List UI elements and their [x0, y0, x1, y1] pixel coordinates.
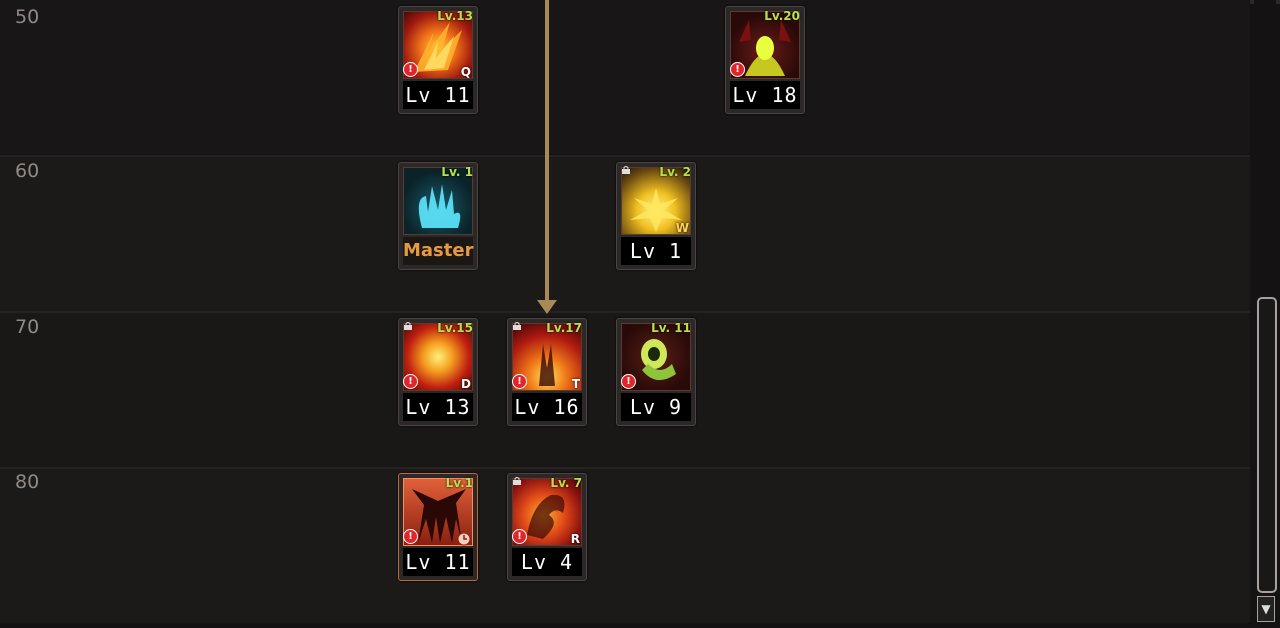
prerequisite-arrow-head — [537, 300, 557, 314]
hotkey-label: Q — [460, 65, 471, 79]
alert-icon: ! — [512, 374, 527, 389]
hotkey-label: R — [570, 532, 580, 546]
skill-slot[interactable]: Lv. 7 ! R Lv 4 — [507, 473, 587, 581]
required-level-label: Lv. 11 — [651, 321, 691, 335]
skill-slot[interactable]: Lv. 11 ! Lv 9 — [616, 318, 696, 426]
lock-icon — [404, 322, 412, 330]
skill-level-label: Master — [403, 237, 473, 265]
lock-icon — [513, 477, 521, 485]
skill-level-label: Lv 16 — [512, 393, 582, 421]
hotkey-label: T — [571, 377, 580, 391]
lock-icon — [622, 166, 630, 174]
skill-level-label: Lv 1 — [621, 237, 691, 265]
skill-level-label: Lv 13 — [403, 393, 473, 421]
alert-icon: ! — [512, 529, 527, 544]
skill-slot[interactable]: Lv. 2 W Lv 1 — [616, 162, 696, 270]
required-level-label: Lv.1 — [445, 476, 473, 490]
required-level-label: Lv.13 — [437, 9, 473, 23]
alert-icon: ! — [403, 62, 418, 77]
tier-row-50 — [0, 0, 1250, 154]
alert-icon: ! — [403, 529, 418, 544]
required-level-label: Lv. 1 — [441, 165, 473, 179]
skill-slot[interactable]: Lv.1 ! Lv 11 — [398, 473, 478, 581]
skill-level-label: Lv 18 — [730, 81, 800, 109]
cooldown-clock-icon — [457, 532, 471, 546]
skill-slot[interactable]: Lv. 1 Master — [398, 162, 478, 270]
tier-label-50: 50 — [15, 6, 40, 28]
alert-icon: ! — [403, 374, 418, 389]
skill-slot[interactable]: Lv.13 ! Q Lv 11 — [398, 6, 478, 114]
required-level-label: Lv.15 — [437, 321, 473, 335]
skill-level-label: Lv 11 — [403, 81, 473, 109]
skill-slot[interactable]: Lv.15 ! D Lv 13 — [398, 318, 478, 426]
skill-level-label: Lv 4 — [512, 548, 582, 576]
tier-label-80: 80 — [15, 471, 40, 493]
skill-slot[interactable]: Lv.20 ! Lv 18 — [725, 6, 805, 114]
tier-row-80 — [0, 469, 1250, 623]
tier-label-70: 70 — [15, 316, 40, 338]
lock-icon — [513, 322, 521, 330]
chevron-down-icon: ▼ — [1261, 602, 1271, 616]
required-level-label: Lv. 7 — [550, 476, 582, 490]
alert-icon: ! — [621, 374, 636, 389]
required-level-label: Lv. 2 — [659, 165, 691, 179]
scrollbar[interactable]: ▼ — [1254, 0, 1277, 628]
skill-slot[interactable]: Lv.17 ! T Lv 16 — [507, 318, 587, 426]
scroll-down-button[interactable]: ▼ — [1257, 596, 1275, 622]
skill-level-label: Lv 9 — [621, 393, 691, 421]
hotkey-label: D — [461, 377, 471, 391]
prerequisite-arrow-line — [545, 0, 549, 300]
required-level-label: Lv.17 — [546, 321, 582, 335]
tier-label-60: 60 — [15, 160, 40, 182]
scrollbar-thumb[interactable] — [1257, 297, 1277, 593]
hotkey-label: W — [675, 221, 689, 235]
alert-icon: ! — [730, 62, 745, 77]
required-level-label: Lv.20 — [764, 9, 800, 23]
skill-level-label: Lv 11 — [403, 548, 473, 576]
